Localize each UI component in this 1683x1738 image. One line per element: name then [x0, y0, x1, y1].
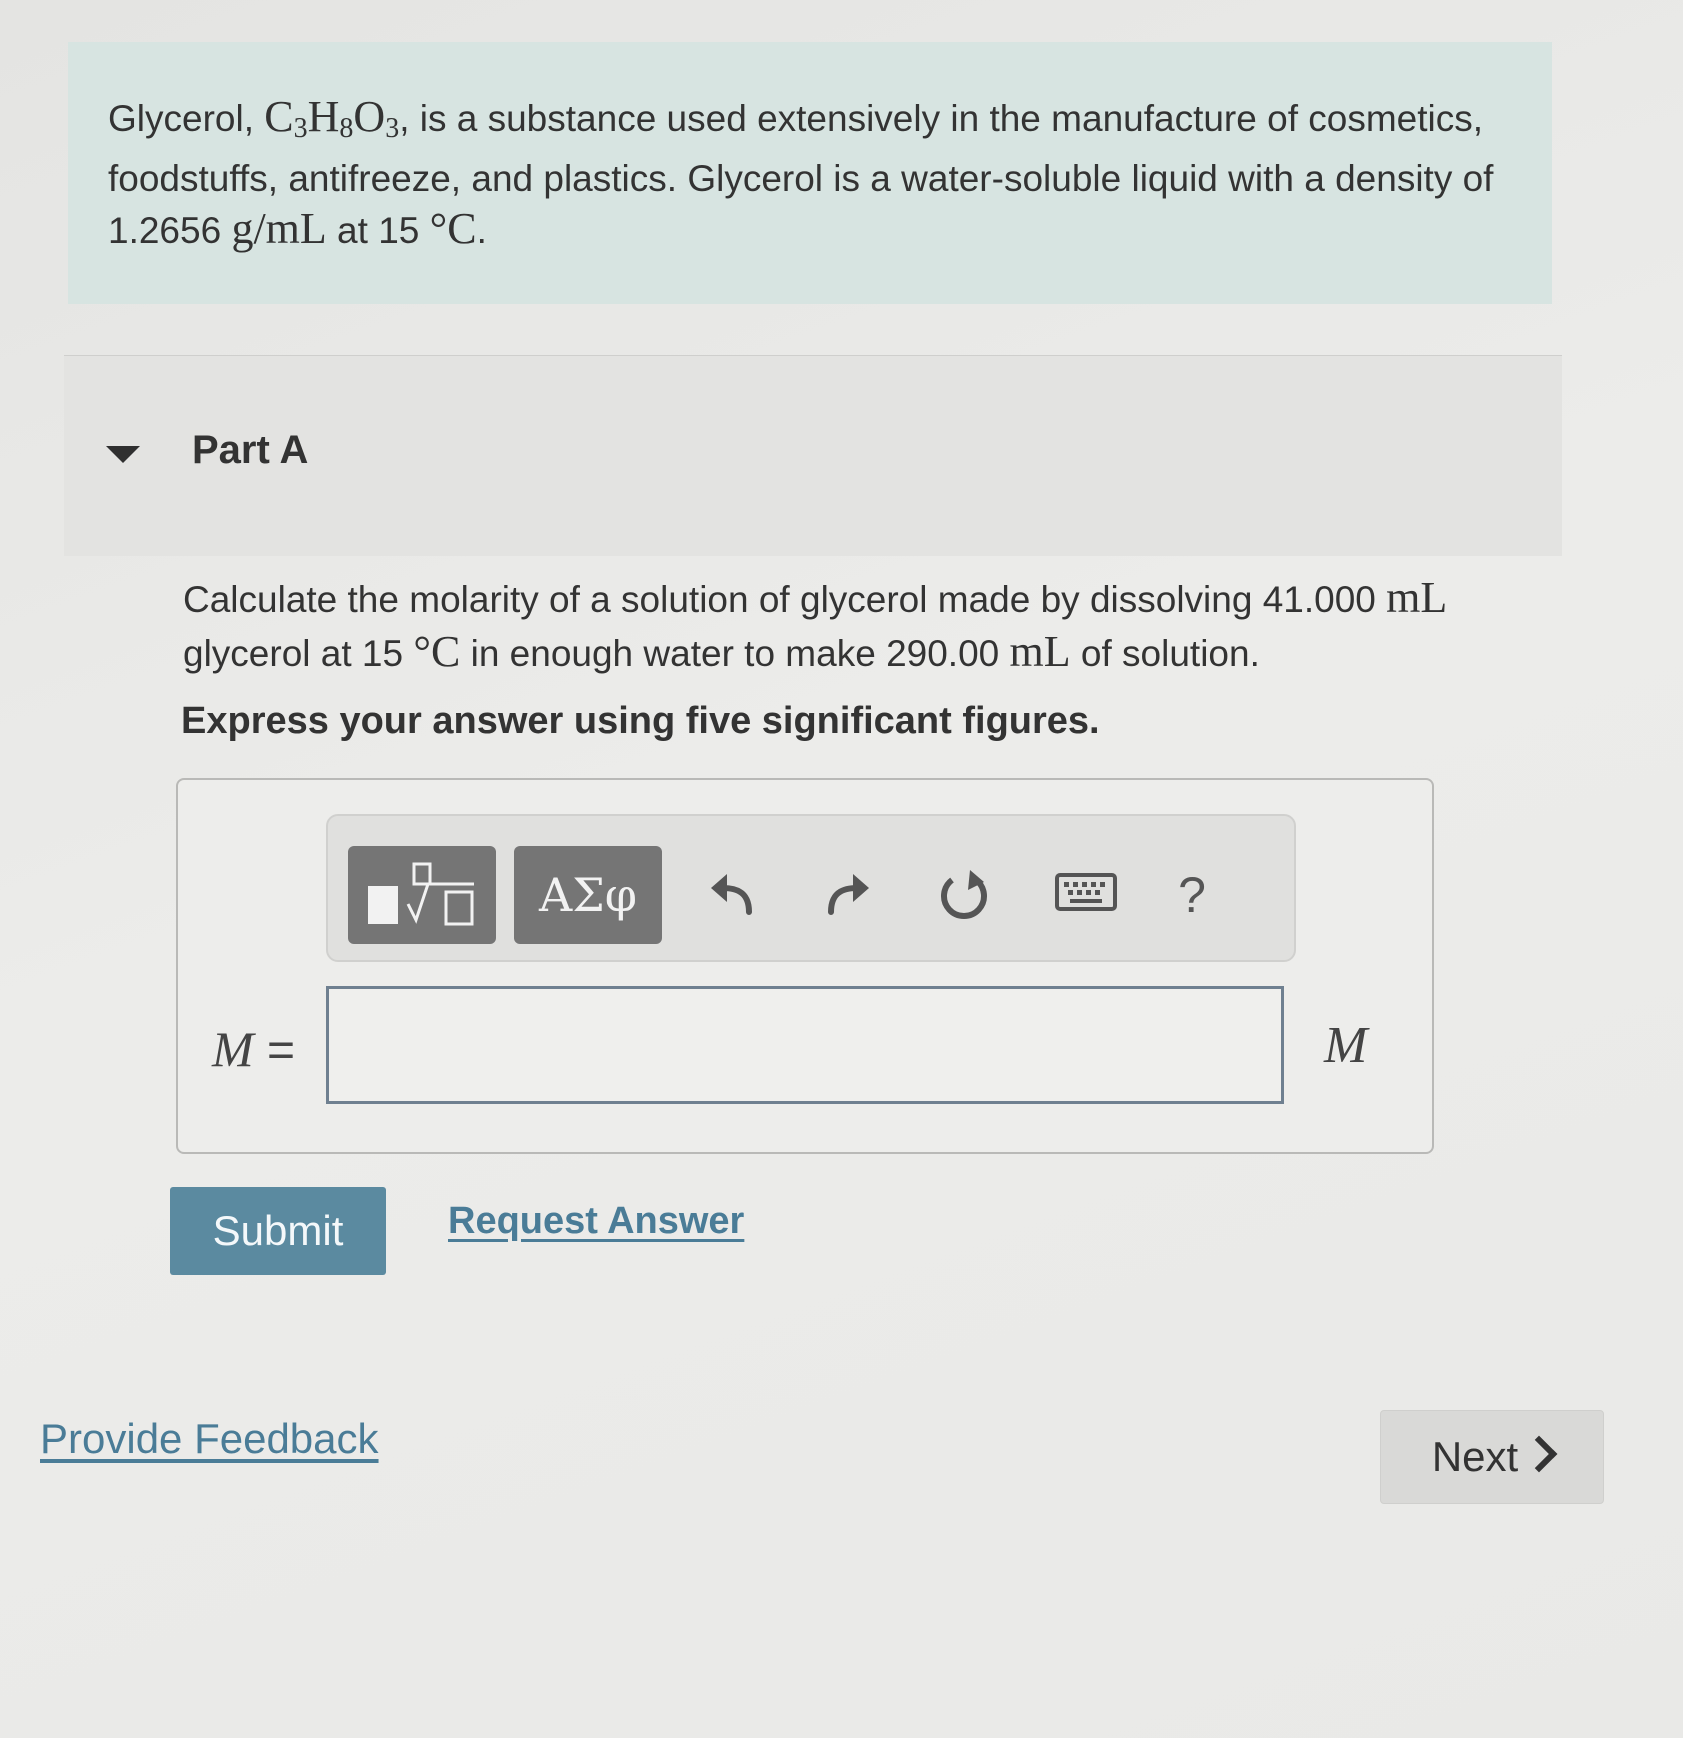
answer-instruction: Express your answer using five significa… [181, 700, 1100, 742]
part-a-header[interactable]: Part A [64, 355, 1562, 556]
chevron-right-icon [1520, 1435, 1558, 1473]
question-text-2: glycerol at 15 [183, 633, 414, 674]
undo-icon[interactable] [692, 850, 772, 940]
temperature-unit: °C [429, 204, 477, 253]
formula-hydrogen-count: 8 [339, 113, 354, 144]
question-text-4: of solution. [1070, 633, 1260, 674]
next-label: Next [1431, 1433, 1519, 1480]
formula-carbon-count: 3 [293, 113, 308, 144]
answer-variable-label: M = [212, 1020, 295, 1078]
math-toolbar: ΑΣφ ? [326, 814, 1296, 962]
answer-unit: M [1324, 1017, 1368, 1074]
provide-feedback-link[interactable]: Provide Feedback [40, 1415, 379, 1463]
equals-sign: = [253, 1024, 296, 1077]
request-answer-link[interactable]: Request Answer [448, 1200, 744, 1243]
question-text: Calculate the molarity of a solution of … [183, 572, 1583, 680]
intro-text-4: . [476, 210, 487, 251]
collapse-caret-icon[interactable] [106, 446, 140, 463]
help-icon[interactable]: ? [1152, 850, 1232, 940]
question-text-1: Calculate the molarity of a solution of … [183, 579, 1387, 620]
formula-carbon: C [264, 92, 294, 141]
answer-card: ΑΣφ ? M = M [176, 778, 1434, 1154]
greek-symbols-button[interactable]: ΑΣφ [514, 846, 662, 944]
formula-oxygen: O [353, 92, 386, 141]
problem-intro: Glycerol, C3H8O3, is a substance used ex… [68, 42, 1552, 304]
part-title: Part A [192, 428, 309, 472]
unit-ml-1: mL [1386, 573, 1448, 622]
keyboard-icon[interactable] [1038, 850, 1134, 940]
unit-celsius: °C [413, 627, 461, 676]
answer-variable: M [212, 1021, 254, 1077]
unit-ml-2: mL [1009, 627, 1071, 676]
answer-input[interactable] [326, 986, 1284, 1104]
formula-hydrogen: H [307, 92, 340, 141]
formula-oxygen-count: 3 [385, 113, 400, 144]
templates-icon [368, 862, 474, 926]
submit-button[interactable]: Submit [170, 1187, 386, 1275]
redo-icon[interactable] [808, 850, 888, 940]
templates-button[interactable] [348, 846, 496, 944]
density-unit: g/mL [231, 204, 327, 253]
question-text-3: in enough water to make 290.00 [460, 633, 1010, 674]
next-button[interactable]: Next [1380, 1410, 1604, 1504]
reset-icon[interactable] [924, 850, 1004, 940]
intro-text-3: at 15 [326, 210, 430, 251]
intro-text-1: Glycerol, [108, 98, 265, 139]
glycerol-formula: C3H8O3 [264, 92, 400, 144]
